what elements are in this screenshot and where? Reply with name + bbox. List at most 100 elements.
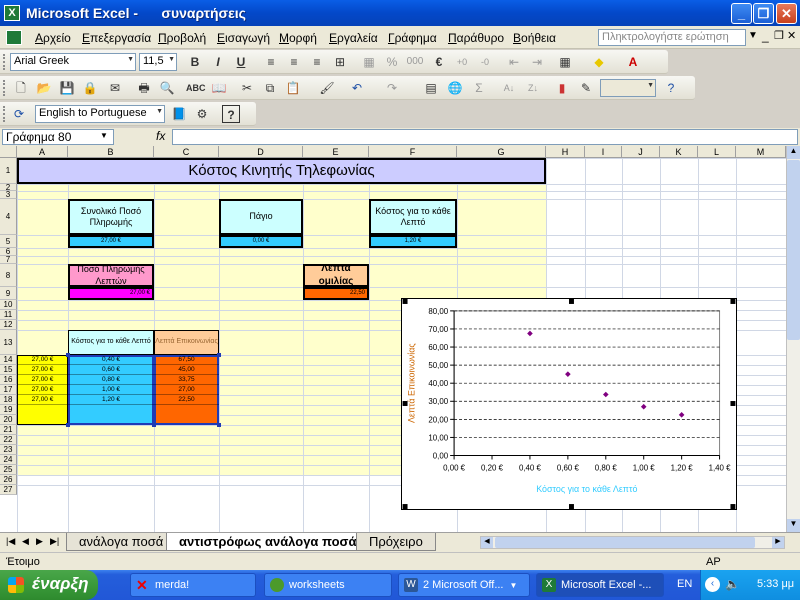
row-header[interactable]: 14 (0, 355, 17, 365)
row-header[interactable]: 11 (0, 310, 17, 320)
increase-decimal-icon[interactable]: +0 (453, 53, 471, 71)
row-header[interactable]: 12 (0, 320, 17, 330)
table-cell[interactable]: 0,60 € (68, 365, 154, 375)
language-indicator[interactable]: EN (677, 578, 692, 590)
fill-color-icon[interactable]: ◆ (590, 53, 608, 71)
scroll-left-icon[interactable]: ◀ (481, 537, 493, 548)
save-icon[interactable]: 💾 (58, 79, 76, 97)
row-header[interactable]: 4 (0, 199, 17, 235)
table-cell[interactable]: 27,00 € (17, 375, 68, 385)
email-icon[interactable]: ✉ (106, 79, 124, 97)
row-header[interactable]: 3 (0, 191, 17, 199)
align-right-icon[interactable]: ≡ (308, 53, 326, 71)
menu-format[interactable]: Μορφή (279, 31, 317, 45)
row-header[interactable]: 18 (0, 395, 17, 405)
row-header[interactable]: 25 (0, 465, 17, 475)
chart-wizard-icon[interactable]: ▤ (422, 79, 440, 97)
selection-handle[interactable] (152, 423, 156, 427)
table-cell[interactable]: 27,00 € (17, 355, 68, 365)
toolbar-grip[interactable] (3, 80, 6, 96)
table-cell[interactable]: 27,00 (154, 385, 219, 395)
translate-help-icon[interactable]: ? (222, 105, 240, 123)
document-icon[interactable] (6, 30, 22, 45)
dictionary-icon[interactable]: 📘 (170, 105, 188, 123)
row-header[interactable]: 27 (0, 485, 17, 495)
row-header[interactable]: 24 (0, 455, 17, 465)
menu-insert[interactable]: Εισαγωγή (217, 31, 270, 45)
row-header[interactable]: 15 (0, 365, 17, 375)
hyperlink-icon[interactable]: 🌐 (446, 79, 464, 97)
scatter-chart[interactable]: 0,00 10,00 20,00 30,00 40,00 50,00 60,00 70,00 8… (401, 298, 737, 510)
ask-question-input[interactable]: Πληκτρολογήστε ερώτηση (598, 29, 746, 46)
table-cell[interactable]: 27,00 € (17, 395, 68, 405)
table-cell[interactable]: 27,00 € (17, 365, 68, 375)
restore-button[interactable]: ❐ (753, 3, 774, 24)
task-merda[interactable]: ✕ merda! (130, 573, 256, 597)
column-header[interactable]: E (303, 146, 369, 158)
paste-icon[interactable]: 📋 (284, 79, 302, 97)
column-header[interactable]: A (17, 146, 68, 158)
format-painter-icon[interactable]: 🖌 (318, 79, 336, 97)
speaker-icon[interactable]: 🔈 (725, 577, 740, 591)
selection-handle[interactable] (66, 423, 70, 427)
name-box-dropdown-icon[interactable]: ▼ (100, 131, 108, 140)
sort-descending-icon[interactable]: Z↓ (524, 79, 542, 97)
row-header[interactable]: 1 (0, 158, 17, 184)
scroll-down-icon[interactable]: ▼ (787, 519, 800, 532)
minimize-button[interactable]: _ (731, 3, 752, 24)
table-cell[interactable]: 27,00 € (17, 385, 68, 395)
prev-sheet-icon[interactable]: ◀ (22, 536, 29, 547)
tab-proportional[interactable]: ανάλογα ποσά (66, 533, 177, 551)
task-excel[interactable]: X Microsoft Excel -... (536, 573, 664, 597)
bold-button[interactable]: B (186, 53, 204, 71)
row-header[interactable]: 21 (0, 425, 17, 435)
menu-tools[interactable]: Εργαλεία (329, 31, 378, 45)
zoom-select[interactable] (600, 79, 656, 97)
tray-expand-icon[interactable]: ‹ (705, 577, 720, 592)
row-header[interactable]: 26 (0, 475, 17, 485)
font-name-select[interactable]: Arial Greek (10, 53, 136, 71)
scroll-thumb[interactable] (787, 160, 800, 340)
column-header[interactable]: D (219, 146, 303, 158)
table-cell[interactable]: 1,00 € (68, 385, 154, 395)
comma-style-icon[interactable]: 000 (406, 53, 424, 71)
help-icon[interactable]: ? (662, 79, 680, 97)
increase-indent-icon[interactable]: ⇥ (528, 53, 546, 71)
menu-edit[interactable]: Επεξεργασία (82, 31, 151, 45)
row-header[interactable]: 13 (0, 330, 17, 355)
column-header[interactable]: C (154, 146, 219, 158)
select-all-corner[interactable] (0, 146, 17, 158)
column-header[interactable]: F (369, 146, 457, 158)
task-word[interactable]: W2 Microsoft Off... ▼ (398, 573, 530, 597)
scroll-right-icon[interactable]: ▶ (772, 537, 784, 548)
ask-dropdown-icon[interactable]: ▼ (748, 30, 758, 41)
table-cell[interactable]: 67,50 (154, 355, 219, 365)
table-cell[interactable]: 22,50 (154, 395, 219, 405)
menu-file[interactable]: Αρχείο (35, 31, 71, 45)
scroll-up-icon[interactable]: ▲ (787, 146, 800, 159)
font-size-select[interactable]: 11,5 (139, 53, 177, 71)
italic-button[interactable]: I (209, 53, 227, 71)
borders-icon[interactable]: ▦ (556, 53, 574, 71)
row-header[interactable]: 16 (0, 375, 17, 385)
autosum-icon[interactable]: Σ (470, 79, 488, 97)
row-header[interactable]: 23 (0, 445, 17, 455)
row-header[interactable]: 22 (0, 435, 17, 445)
drawing-icon[interactable]: ✎ (577, 79, 595, 97)
tab-inverse-proportional[interactable]: αντιστρόφως ανάλογα ποσά (166, 533, 370, 551)
last-sheet-icon[interactable]: ▶| (50, 536, 59, 547)
vertical-scrollbar[interactable]: ▲ ▼ (786, 146, 800, 532)
task-worksheets[interactable]: worksheets (264, 573, 392, 597)
merge-center-icon[interactable]: ⊞ (331, 53, 349, 71)
column-header[interactable]: B (68, 146, 154, 158)
print-preview-icon[interactable]: 🔍 (158, 79, 176, 97)
percent-style-icon[interactable]: % (383, 53, 401, 71)
row-header[interactable]: 20 (0, 415, 17, 425)
hscroll-thumb[interactable] (495, 537, 755, 548)
first-sheet-icon[interactable]: |◀ (6, 536, 15, 547)
options-icon[interactable]: ⚙ (193, 105, 211, 123)
selection-handle[interactable] (217, 353, 221, 357)
next-sheet-icon[interactable]: ▶ (36, 536, 43, 547)
undo-icon[interactable]: ↶ (348, 79, 366, 97)
menu-window[interactable]: Παράθυρο (448, 31, 504, 45)
